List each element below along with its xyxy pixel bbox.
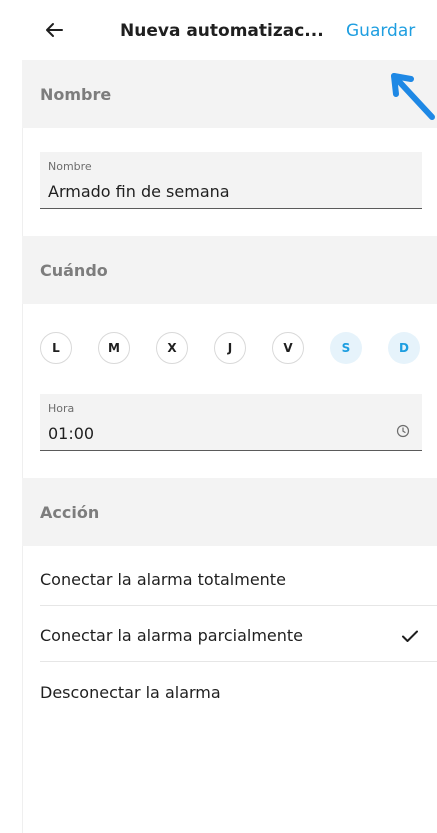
action-option-arm-full[interactable]: Conectar la alarma totalmente <box>40 555 437 606</box>
action-option-label: Desconectar la alarma <box>40 683 221 702</box>
check-icon <box>402 630 418 642</box>
day-toggle-monday[interactable]: L <box>40 332 72 364</box>
action-option-disarm[interactable]: Desconectar la alarma <box>40 668 437 718</box>
time-field[interactable]: Hora <box>40 394 422 451</box>
save-button[interactable]: Guardar <box>346 21 415 41</box>
name-field-label: Nombre <box>48 160 92 173</box>
day-toggle-thursday[interactable]: J <box>214 332 246 364</box>
day-selector: L M X J V S D <box>40 332 422 366</box>
day-toggle-tuesday[interactable]: M <box>98 332 130 364</box>
time-field-label: Hora <box>48 402 75 415</box>
section-header-action: Acción <box>22 478 437 546</box>
section-title: Nombre <box>40 85 112 104</box>
action-option-label: Conectar la alarma totalmente <box>40 570 286 589</box>
day-toggle-sunday[interactable]: D <box>388 332 420 364</box>
action-option-label: Conectar la alarma parcialmente <box>40 626 304 645</box>
page-title: Nueva automatizac... <box>120 21 324 41</box>
section-header-name: Nombre <box>22 60 437 128</box>
action-option-arm-partial[interactable]: Conectar la alarma parcialmente <box>40 611 437 662</box>
section-title: Acción <box>40 503 100 522</box>
name-field[interactable]: Nombre <box>40 152 422 209</box>
top-bar: Nueva automatizac... Guardar <box>22 0 437 60</box>
section-header-when: Cuándo <box>22 236 437 304</box>
name-input[interactable] <box>48 182 378 201</box>
clock-icon[interactable] <box>396 424 410 438</box>
back-arrow-icon[interactable] <box>42 18 66 42</box>
day-toggle-saturday[interactable]: S <box>330 332 362 364</box>
day-toggle-wednesday[interactable]: X <box>156 332 188 364</box>
time-input[interactable] <box>48 424 378 443</box>
day-toggle-friday[interactable]: V <box>272 332 304 364</box>
section-title: Cuándo <box>40 261 108 280</box>
